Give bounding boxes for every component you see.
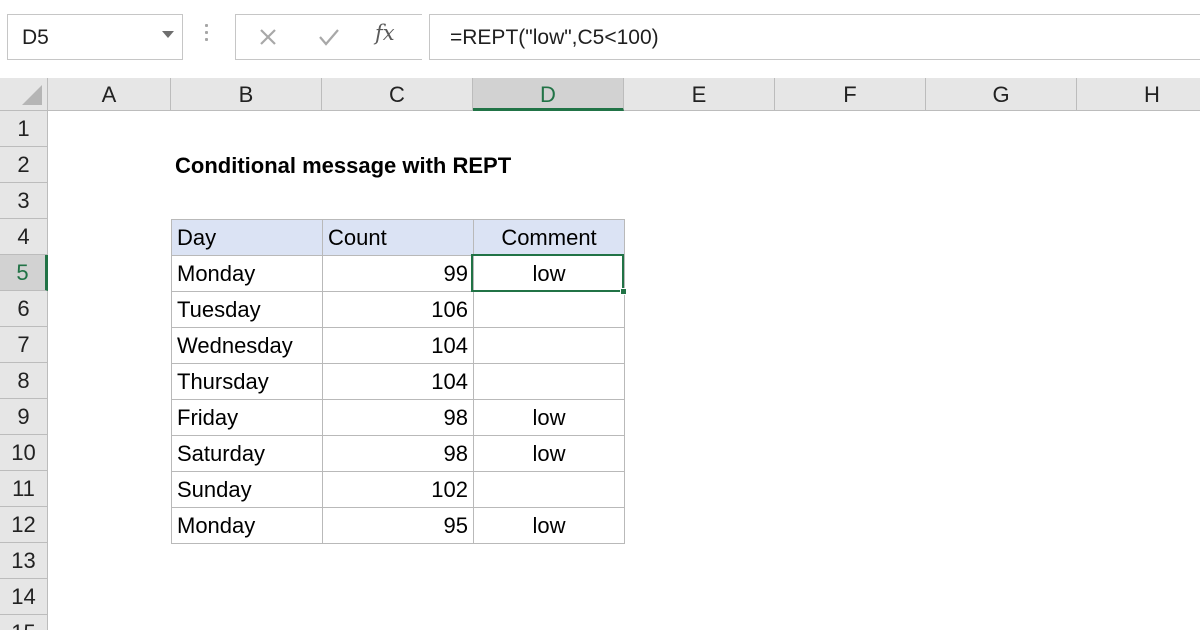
- insert-function-button[interactable]: fx: [375, 21, 405, 47]
- row-header-12[interactable]: 12: [0, 507, 48, 543]
- day-cell[interactable]: Friday: [171, 399, 323, 436]
- column-header-b[interactable]: B: [171, 78, 322, 111]
- table-row: Wednesday 104: [171, 327, 625, 364]
- table-row: Monday 95 low: [171, 507, 625, 544]
- table-header-row: Day Count Comment: [171, 219, 625, 256]
- day-cell[interactable]: Saturday: [171, 435, 323, 472]
- checkmark-icon[interactable]: [314, 24, 344, 50]
- count-cell[interactable]: 104: [322, 327, 474, 364]
- count-cell[interactable]: 102: [322, 471, 474, 508]
- count-cell[interactable]: 99: [322, 255, 474, 292]
- comment-cell[interactable]: low: [473, 507, 625, 544]
- count-cell[interactable]: 98: [322, 435, 474, 472]
- close-icon[interactable]: [253, 24, 283, 50]
- formula-buttons: fx: [235, 14, 422, 60]
- row-header-6[interactable]: 6: [0, 291, 48, 327]
- count-header[interactable]: Count: [322, 219, 474, 256]
- day-cell[interactable]: Monday: [171, 255, 323, 292]
- comment-cell[interactable]: [473, 471, 625, 508]
- formula-bar: D5 fx =REPT("low",C5<100): [0, 0, 1200, 78]
- column-header-f[interactable]: F: [775, 78, 926, 111]
- select-all-button[interactable]: [0, 78, 48, 111]
- name-box-value[interactable]: D5: [22, 26, 49, 50]
- name-box[interactable]: D5: [7, 14, 183, 60]
- table-row: Saturday 98 low: [171, 435, 625, 472]
- count-cell[interactable]: 106: [322, 291, 474, 328]
- sheet-title[interactable]: Conditional message with REPT: [175, 153, 511, 179]
- row-header-13[interactable]: 13: [0, 543, 48, 579]
- row-header-2[interactable]: 2: [0, 147, 48, 183]
- comment-cell[interactable]: [473, 291, 625, 328]
- chevron-down-icon[interactable]: [162, 31, 174, 38]
- column-header-c[interactable]: C: [322, 78, 473, 111]
- row-header-3[interactable]: 3: [0, 183, 48, 219]
- comment-cell[interactable]: [473, 363, 625, 400]
- formula-text[interactable]: =REPT("low",C5<100): [450, 26, 659, 50]
- comment-cell[interactable]: low: [473, 435, 625, 472]
- row-header-8[interactable]: 8: [0, 363, 48, 399]
- day-cell[interactable]: Sunday: [171, 471, 323, 508]
- data-table: Day Count Comment Monday 99 low Tuesday …: [171, 219, 625, 544]
- row-header-7[interactable]: 7: [0, 327, 48, 363]
- table-row: Monday 99 low: [171, 255, 625, 292]
- column-header-g[interactable]: G: [926, 78, 1077, 111]
- table-row: Tuesday 106: [171, 291, 625, 328]
- column-header-a[interactable]: A: [48, 78, 171, 111]
- day-header[interactable]: Day: [171, 219, 323, 256]
- row-header-1[interactable]: 1: [0, 111, 48, 147]
- table-row: Sunday 102: [171, 471, 625, 508]
- day-cell[interactable]: Monday: [171, 507, 323, 544]
- table-row: Thursday 104: [171, 363, 625, 400]
- column-header-e[interactable]: E: [624, 78, 775, 111]
- column-headers: A B C D E F G H: [48, 78, 1200, 111]
- comment-cell[interactable]: low: [473, 399, 625, 436]
- comment-header[interactable]: Comment: [473, 219, 625, 256]
- column-header-h[interactable]: H: [1077, 78, 1200, 111]
- count-cell[interactable]: 104: [322, 363, 474, 400]
- formula-input[interactable]: =REPT("low",C5<100): [429, 14, 1200, 60]
- row-headers: 1 2 3 4 5 6 7 8 9 10 11 12 13 14 15: [0, 111, 48, 630]
- fill-handle[interactable]: [620, 288, 627, 295]
- worksheet[interactable]: Conditional message with REPT Day Count …: [48, 111, 1200, 630]
- table-row: Friday 98 low: [171, 399, 625, 436]
- day-cell[interactable]: Tuesday: [171, 291, 323, 328]
- count-cell[interactable]: 95: [322, 507, 474, 544]
- row-header-10[interactable]: 10: [0, 435, 48, 471]
- row-header-11[interactable]: 11: [0, 471, 48, 507]
- comment-cell[interactable]: [473, 327, 625, 364]
- row-header-4[interactable]: 4: [0, 219, 48, 255]
- row-header-9[interactable]: 9: [0, 399, 48, 435]
- day-cell[interactable]: Wednesday: [171, 327, 323, 364]
- row-header-5[interactable]: 5: [0, 255, 48, 291]
- comment-cell[interactable]: low: [473, 255, 625, 292]
- count-cell[interactable]: 98: [322, 399, 474, 436]
- row-header-14[interactable]: 14: [0, 579, 48, 615]
- select-all-icon[interactable]: [22, 85, 42, 105]
- day-cell[interactable]: Thursday: [171, 363, 323, 400]
- drag-handle-icon[interactable]: [205, 24, 209, 50]
- column-header-d[interactable]: D: [473, 78, 624, 111]
- row-header-15[interactable]: 15: [0, 615, 48, 630]
